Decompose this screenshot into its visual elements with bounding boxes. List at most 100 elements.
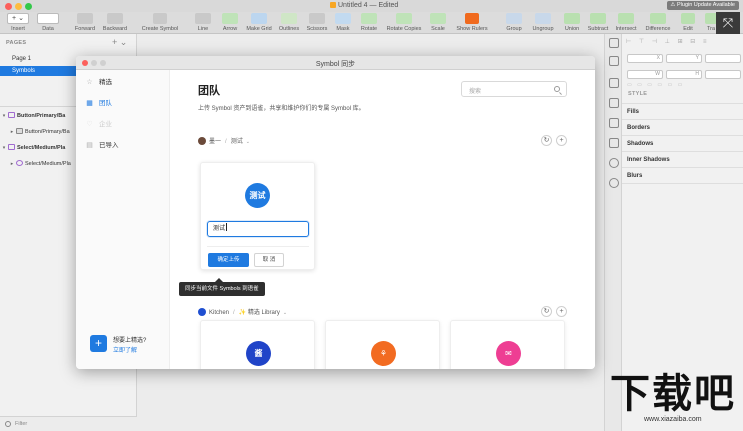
library-card[interactable]: 酱 (200, 320, 315, 369)
imported-icon: ▤ (86, 142, 93, 149)
scissors-icon (309, 13, 325, 24)
chevron-right-icon[interactable]: ▸ (8, 126, 16, 138)
zoom-window-button[interactable] (25, 3, 32, 10)
search-icon (5, 421, 11, 427)
dialog-title-bar: Symbol 同步 (76, 56, 595, 70)
line-icon (195, 13, 211, 24)
search-input[interactable]: 搜索 (461, 81, 567, 97)
window-title-bar: Untitled 4 — Edited ⚠ Plugin Update Avai… (0, 0, 743, 12)
group-icon (506, 13, 522, 24)
difference-button[interactable]: Difference (642, 13, 674, 32)
scissors-button[interactable]: Scissors (304, 13, 330, 32)
intersect-button[interactable]: Intersect (612, 13, 640, 32)
borders-section[interactable]: Borders (622, 119, 743, 135)
flip-field[interactable] (705, 70, 741, 79)
union-button[interactable]: Union (562, 13, 582, 32)
arrow-icon (222, 13, 238, 24)
backward-button[interactable]: Backward (100, 13, 130, 32)
rotate-copies-button[interactable]: Rotate Copies (384, 13, 424, 32)
nav-item-team[interactable]: ▦ 团队 (76, 97, 170, 111)
mask-button[interactable]: Mask (334, 13, 352, 32)
rotation-field[interactable] (705, 54, 741, 63)
pages-header: PAGES (6, 40, 27, 46)
symbol-instance-icon (16, 160, 23, 166)
nav-item-featured[interactable]: ☆ 精选 (76, 76, 170, 90)
page-description: 上传 Symbol 资产到语雀，共享和维护你们的专属 Symbol 库。 (198, 106, 365, 112)
chevron-down-icon[interactable]: ⌄ (246, 139, 250, 145)
featured-promo: + 想要上精选? 立即了解 (90, 332, 160, 358)
edit-button[interactable]: Edit (680, 13, 696, 32)
inner-shadows-section[interactable]: Inner Shadows (622, 151, 743, 167)
close-window-button[interactable] (5, 3, 12, 10)
watermark-logo: 下载吧 www.xiazaiba.com (610, 372, 740, 428)
create-symbol-button[interactable]: Create Symbol (138, 13, 182, 32)
minimize-window-button[interactable] (15, 3, 22, 10)
arrow-button[interactable]: Arrow (220, 13, 240, 32)
add-symbol-button[interactable]: + (556, 135, 567, 146)
library-name-input[interactable]: 测试 (207, 221, 309, 237)
promo-learn-more-link[interactable]: 立即了解 (113, 345, 137, 354)
add-library-button[interactable]: + (556, 306, 567, 317)
nav-item-imported[interactable]: ▤ 已导入 (76, 139, 170, 153)
export-icon[interactable] (609, 56, 619, 66)
add-page-button[interactable]: + ⌄ (112, 37, 127, 48)
blurs-section[interactable]: Blurs (622, 167, 743, 183)
scale-button[interactable]: Scale (428, 13, 448, 32)
cancel-button[interactable]: 取 消 (254, 253, 284, 267)
align-icon[interactable] (609, 38, 619, 48)
rotate-button[interactable]: Rotate (358, 13, 380, 32)
prototype-icon[interactable] (609, 158, 619, 168)
library-breadcrumb: Kitchen / ✨ 精选 Library ⌄ (198, 307, 287, 316)
outlines-icon (281, 13, 297, 24)
data-button[interactable]: Data (36, 13, 60, 32)
symbol-icon (8, 112, 15, 118)
subtract-button[interactable]: Subtract (584, 13, 612, 32)
refresh-icon[interactable]: ↻ (541, 135, 552, 146)
library-badge: 测试 (245, 183, 270, 208)
width-field[interactable]: W (627, 70, 663, 79)
main-toolbar: + ⌄ Insert Data Forward Backward Create … (0, 12, 743, 34)
line-button[interactable]: Line (194, 13, 212, 32)
scale-icon (430, 13, 446, 24)
library-card[interactable]: ✉ (450, 320, 565, 369)
inspector-divider (622, 183, 743, 184)
plugin-update-badge[interactable]: ⚠ Plugin Update Available (666, 1, 739, 10)
card-divider (207, 246, 309, 247)
layer-filter-bar[interactable]: Filter (0, 416, 137, 431)
fullscreen-expand-icon[interactable]: ⤧ (716, 12, 740, 34)
make-grid-button[interactable]: Make Grid (244, 13, 274, 32)
nav-item-enterprise[interactable]: ♡ 企业 (76, 118, 170, 132)
library-card[interactable]: ⚘ (325, 320, 440, 369)
y-field[interactable]: Y (666, 54, 702, 63)
fills-section[interactable]: Fills (622, 103, 743, 119)
group-button[interactable]: Group (504, 13, 524, 32)
forward-button[interactable]: Forward (72, 13, 98, 32)
outlines-button[interactable]: Outlines (276, 13, 302, 32)
avatar (198, 137, 206, 145)
ungroup-button[interactable]: Ungroup (530, 13, 556, 32)
chevron-right-icon[interactable]: ▸ (8, 158, 16, 170)
data-icon (37, 13, 59, 24)
chevron-down-icon[interactable]: ▾ (0, 142, 8, 154)
artboard-icon[interactable] (609, 78, 619, 88)
history-icon[interactable] (609, 178, 619, 188)
confirm-upload-button[interactable]: 确定上传 (208, 253, 249, 267)
chevron-down-icon[interactable]: ▾ (0, 110, 8, 122)
x-field[interactable]: X (627, 54, 663, 63)
rulers-icon (465, 13, 479, 24)
symbols-icon[interactable] (609, 118, 619, 128)
height-field[interactable]: H (666, 70, 702, 79)
insert-button[interactable]: + ⌄ Insert (6, 13, 30, 32)
chevron-down-icon[interactable]: ⌄ (283, 310, 287, 316)
backward-icon (107, 13, 123, 24)
show-rulers-button[interactable]: Show Rulers (454, 13, 490, 32)
refresh-icon[interactable]: ↻ (541, 306, 552, 317)
mirror-icon[interactable] (609, 138, 619, 148)
rotate-icon (361, 13, 377, 24)
shadows-section[interactable]: Shadows (622, 135, 743, 151)
resizing-icons[interactable]: ▭ ▭ ▭ ▭ ▭ ▭ (627, 82, 741, 88)
alignment-icons[interactable]: ⊢ ⊤ ⊣ ⊥ ⊞ ⊟ ≡ (626, 38, 740, 46)
library-icon: 酱 (246, 341, 271, 366)
kitchen-logo-icon (198, 308, 206, 316)
layout-icon[interactable] (609, 98, 619, 108)
